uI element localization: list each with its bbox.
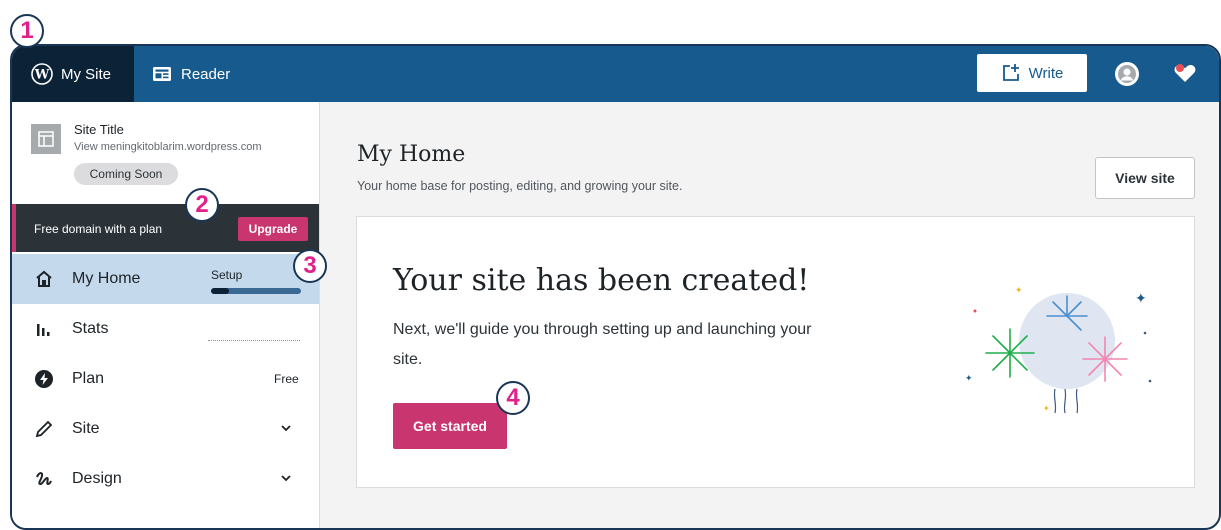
user-avatar-icon[interactable]: [1115, 62, 1139, 86]
sidebar: Site Title View meningkitoblarim.wordpre…: [12, 102, 320, 528]
card-title: Your site has been created!: [393, 263, 810, 298]
site-title: Site Title: [74, 122, 124, 137]
callout-4: 4: [496, 381, 530, 415]
svg-text:W: W: [34, 68, 50, 83]
my-site-tab[interactable]: W My Site: [12, 46, 134, 102]
top-bar: W My Site Reader Write: [12, 46, 1219, 102]
upsell-text: Free domain with a plan: [34, 222, 163, 236]
pencil-icon: [34, 419, 54, 439]
sidebar-item-site[interactable]: Site: [12, 404, 319, 454]
my-site-label: My Site: [61, 65, 112, 83]
stats-icon: [34, 319, 54, 339]
site-card[interactable]: Site Title View meningkitoblarim.wordpre…: [12, 102, 319, 204]
sidebar-item-label: Stats: [72, 320, 109, 337]
view-site-button[interactable]: View site: [1095, 157, 1195, 199]
stats-sparkline: [208, 340, 300, 341]
callout-1: 1: [10, 14, 44, 48]
write-label: Write: [1028, 64, 1064, 82]
domain-upsell-banner[interactable]: Free domain with a plan Upgrade: [12, 204, 319, 252]
setup-progress-bar: [211, 288, 301, 294]
page-subtitle: Your home base for posting, editing, and…: [357, 179, 683, 193]
plan-free-badge: Free: [274, 372, 299, 386]
sidebar-item-label: Plan: [72, 370, 105, 387]
reader-label: Reader: [181, 65, 231, 83]
site-placeholder-icon: [31, 124, 61, 154]
get-started-button[interactable]: Get started: [393, 403, 507, 449]
sidebar-item-plan[interactable]: Plan Free: [12, 354, 319, 404]
sidebar-item-my-home[interactable]: My Home Setup: [12, 254, 319, 304]
sidebar-item-label: Design: [72, 470, 122, 487]
design-icon: [34, 469, 54, 489]
svg-text:✦: ✦: [1015, 286, 1023, 296]
app-window: W My Site Reader Write Site Title View m…: [10, 44, 1221, 530]
wordpress-logo-icon: W: [31, 63, 53, 85]
write-icon: [1001, 63, 1021, 83]
svg-text:✦: ✦: [965, 374, 973, 384]
setup-progress-fill: [211, 288, 229, 294]
svg-text:✦: ✦: [1135, 291, 1147, 307]
main-content: My Home Your home base for posting, edit…: [320, 102, 1219, 528]
setup-label: Setup: [211, 268, 243, 282]
sidebar-item-design[interactable]: Design: [12, 454, 319, 504]
sidebar-item-label: Site: [72, 420, 100, 437]
card-text: Next, we'll guide you through setting up…: [393, 321, 812, 368]
callout-2: 2: [185, 188, 219, 222]
site-url-link[interactable]: View meningkitoblarim.wordpress.com: [74, 141, 261, 153]
plan-icon: [34, 369, 54, 389]
chevron-down-icon[interactable]: [280, 422, 292, 434]
sidebar-item-label: My Home: [72, 270, 141, 287]
reader-icon: [152, 66, 172, 82]
fireworks-illustration: ✦ ✦ ✦ ✦: [965, 286, 1152, 414]
chevron-down-icon[interactable]: [280, 472, 292, 484]
reader-tab[interactable]: Reader: [152, 46, 230, 102]
coming-soon-badge: Coming Soon: [74, 163, 178, 185]
write-button[interactable]: Write: [977, 54, 1087, 92]
notifications-heart-icon[interactable]: [1172, 60, 1198, 86]
sidebar-item-stats[interactable]: Stats: [12, 304, 319, 354]
upgrade-button[interactable]: Upgrade: [238, 217, 308, 241]
svg-text:✦: ✦: [1043, 404, 1050, 413]
page-title: My Home: [357, 142, 466, 167]
callout-3: 3: [293, 249, 327, 283]
site-created-card: Your site has been created! Next, we'll …: [356, 216, 1195, 488]
home-icon: [34, 269, 54, 289]
